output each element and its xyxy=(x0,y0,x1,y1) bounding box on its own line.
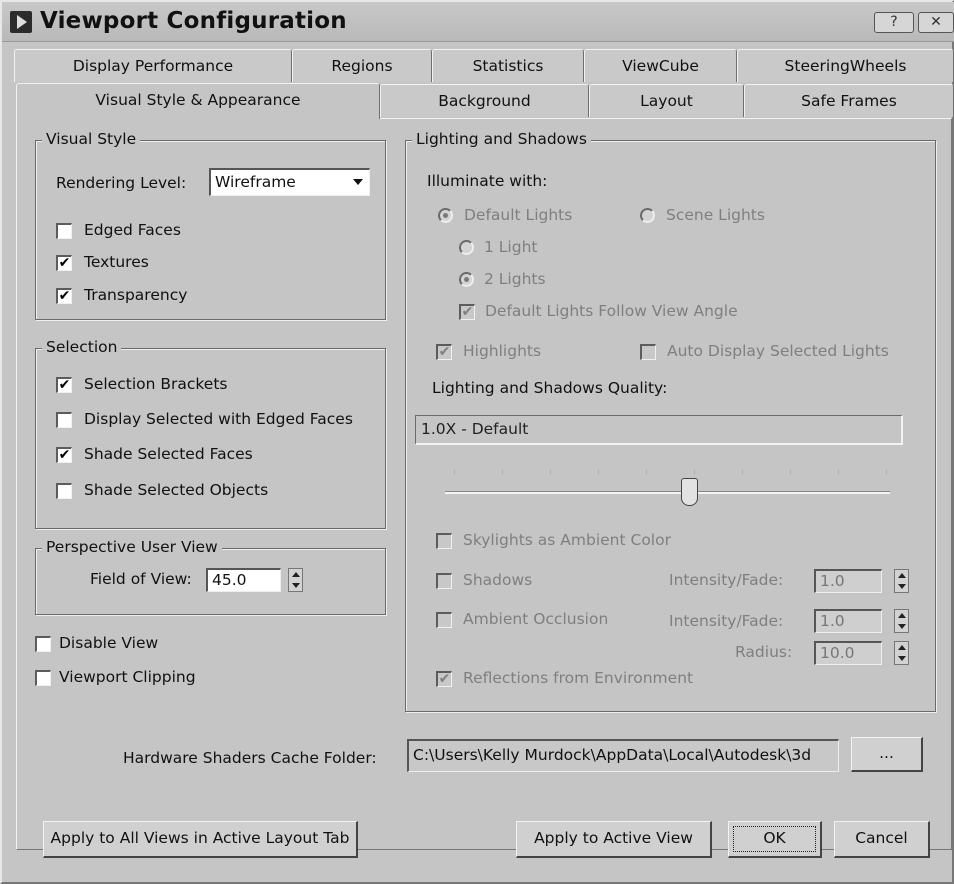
highlights-label: Highlights xyxy=(463,342,542,360)
field-of-view-spinner[interactable] xyxy=(288,568,303,592)
default-lights-label: Default Lights xyxy=(464,206,573,224)
app-icon xyxy=(10,11,32,33)
tab-layout[interactable]: Layout xyxy=(589,84,744,117)
transparency-checkbox[interactable]: ✔ xyxy=(56,288,72,304)
cache-folder-path[interactable]: C:\Users\Kelly Murdock\AppData\Local\Aut… xyxy=(407,739,839,772)
shadows-intensity-spinner[interactable] xyxy=(894,569,909,593)
ao-intensity-input[interactable]: 1.0 xyxy=(814,609,882,633)
reflections-checkbox[interactable]: ✔ xyxy=(436,671,452,687)
tab-background[interactable]: Background xyxy=(380,84,589,117)
ambient-occlusion-label: Ambient Occlusion xyxy=(463,610,609,628)
transparency-label: Transparency xyxy=(84,286,188,304)
apply-active-view-button[interactable]: Apply to Active View xyxy=(516,821,712,858)
quality-value-box: 1.0X - Default xyxy=(415,415,903,445)
visual-style-title: Visual Style xyxy=(42,130,141,148)
disable-view-label: Disable View xyxy=(59,634,159,652)
quality-slider-track[interactable] xyxy=(445,491,890,494)
one-light-radio[interactable] xyxy=(459,240,474,255)
tab-visual-style-appearance[interactable]: Visual Style & Appearance xyxy=(16,83,380,119)
ambient-occlusion-checkbox[interactable] xyxy=(436,612,452,628)
tab-viewcube[interactable]: ViewCube xyxy=(584,49,737,82)
disable-view-checkbox[interactable] xyxy=(35,636,51,652)
selection-brackets-label: Selection Brackets xyxy=(84,375,228,393)
lighting-shadows-title: Lighting and Shadows xyxy=(412,130,591,148)
shadows-intensity-label: Intensity/Fade: xyxy=(669,571,784,589)
reflections-label: Reflections from Environment xyxy=(463,669,694,687)
tab-safe-frames[interactable]: Safe Frames xyxy=(744,84,954,117)
viewport-configuration-dialog: Viewport Configuration ? ✕ Display Perfo… xyxy=(0,0,954,884)
viewport-clipping-checkbox[interactable] xyxy=(35,670,51,686)
shade-selected-objects-checkbox[interactable] xyxy=(56,483,72,499)
skylights-label: Skylights as Ambient Color xyxy=(463,531,671,549)
slider-tick xyxy=(598,470,599,474)
ao-intensity-label: Intensity/Fade: xyxy=(669,612,784,630)
tab-statistics[interactable]: Statistics xyxy=(432,49,584,82)
tab-steeringwheels[interactable]: SteeringWheels xyxy=(737,49,954,82)
close-button[interactable]: ✕ xyxy=(918,12,954,33)
field-of-view-label: Field of View: xyxy=(90,570,192,588)
chevron-down-icon xyxy=(353,179,363,185)
slider-tick xyxy=(790,470,791,474)
help-button[interactable]: ? xyxy=(874,12,914,33)
shade-selected-objects-label: Shade Selected Objects xyxy=(84,481,269,499)
browse-cache-button[interactable]: ... xyxy=(851,737,923,772)
highlights-checkbox[interactable]: ✔ xyxy=(436,344,452,360)
selection-brackets-checkbox[interactable]: ✔ xyxy=(56,377,72,393)
slider-tick xyxy=(694,470,695,474)
slider-tick xyxy=(742,470,743,474)
slider-tick xyxy=(838,470,839,474)
ok-button[interactable]: OK xyxy=(728,821,822,858)
ao-intensity-spinner[interactable] xyxy=(894,609,909,633)
rendering-level-select[interactable]: Wireframe xyxy=(209,168,370,196)
cache-folder-label: Hardware Shaders Cache Folder: xyxy=(123,749,377,767)
two-lights-label: 2 Lights xyxy=(484,270,546,288)
textures-checkbox[interactable]: ✔ xyxy=(56,255,72,271)
edged-faces-checkbox[interactable] xyxy=(56,223,72,239)
radius-input[interactable]: 10.0 xyxy=(814,641,882,665)
slider-tick xyxy=(550,470,551,474)
title-bar[interactable]: Viewport Configuration ? ✕ xyxy=(2,2,954,42)
tab-regions[interactable]: Regions xyxy=(292,49,432,82)
slider-tick xyxy=(454,470,455,474)
perspective-title: Perspective User View xyxy=(42,538,222,556)
slider-tick xyxy=(502,470,503,474)
dialog-title: Viewport Configuration xyxy=(40,8,347,34)
radius-label: Radius: xyxy=(735,643,793,661)
apply-all-views-button[interactable]: Apply to All Views in Active Layout Tab xyxy=(43,821,358,858)
slider-tick xyxy=(886,470,887,474)
quality-label: Lighting and Shadows Quality: xyxy=(432,379,668,397)
quality-slider-thumb[interactable] xyxy=(681,478,698,506)
illuminate-with-label: Illuminate with: xyxy=(427,172,548,190)
one-light-label: 1 Light xyxy=(484,238,538,256)
display-selected-edged-checkbox[interactable] xyxy=(56,412,72,428)
auto-display-lights-label: Auto Display Selected Lights xyxy=(667,342,889,360)
shade-selected-faces-label: Shade Selected Faces xyxy=(84,445,253,463)
follow-view-angle-label: Default Lights Follow View Angle xyxy=(485,302,738,320)
rendering-level-value: Wireframe xyxy=(215,173,296,191)
shadows-intensity-input[interactable]: 1.0 xyxy=(814,569,882,593)
field-of-view-input[interactable]: 45.0 xyxy=(206,568,281,592)
edged-faces-label: Edged Faces xyxy=(84,221,181,239)
display-selected-edged-label: Display Selected with Edged Faces xyxy=(84,410,353,428)
auto-display-lights-checkbox[interactable] xyxy=(640,344,656,360)
tab-display-performance[interactable]: Display Performance xyxy=(14,49,292,82)
shadows-checkbox[interactable] xyxy=(436,573,452,589)
textures-label: Textures xyxy=(84,253,149,271)
cancel-button[interactable]: Cancel xyxy=(834,821,930,858)
viewport-clipping-label: Viewport Clipping xyxy=(59,668,196,686)
follow-view-angle-checkbox[interactable]: ✔ xyxy=(459,304,475,320)
default-lights-radio[interactable] xyxy=(438,208,453,223)
shadows-label: Shadows xyxy=(463,571,533,589)
rendering-level-label: Rendering Level: xyxy=(56,174,187,192)
scene-lights-radio[interactable] xyxy=(640,208,655,223)
scene-lights-label: Scene Lights xyxy=(666,206,765,224)
shade-selected-faces-checkbox[interactable]: ✔ xyxy=(56,447,72,463)
two-lights-radio[interactable] xyxy=(459,272,474,287)
radius-spinner[interactable] xyxy=(894,641,909,665)
slider-tick xyxy=(646,470,647,474)
selection-title: Selection xyxy=(42,338,122,356)
skylights-checkbox[interactable] xyxy=(436,533,452,549)
